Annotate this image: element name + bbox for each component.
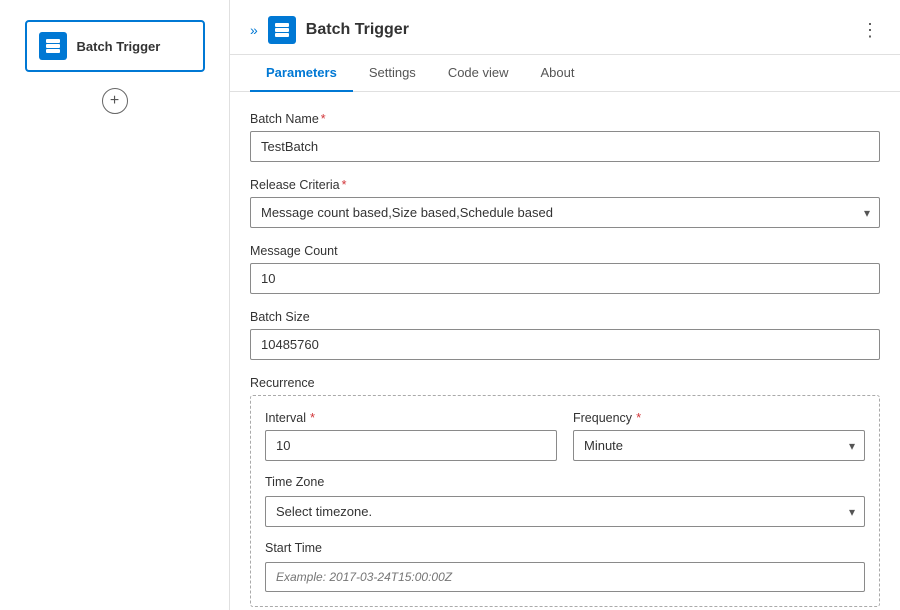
collapse-icon[interactable]: » (250, 22, 258, 38)
release-criteria-select-wrapper: Message count based,Size based,Schedule … (250, 197, 880, 228)
frequency-select-wrapper: Minute Hour Day Week Month ▾ (573, 430, 865, 461)
interval-frequency-row: Interval * Frequency * Minute (265, 410, 865, 461)
add-node-button[interactable]: + (102, 88, 128, 114)
frequency-col: Frequency * Minute Hour Day Week Month (573, 410, 865, 461)
message-count-label: Message Count (250, 244, 880, 258)
message-count-input[interactable] (250, 263, 880, 294)
release-criteria-select[interactable]: Message count based,Size based,Schedule … (250, 197, 880, 228)
recurrence-box: Interval * Frequency * Minute (250, 395, 880, 607)
recurrence-section-label: Recurrence (250, 376, 880, 390)
tabs-bar: Parameters Settings Code view About (230, 55, 900, 92)
timezone-select[interactable]: Select timezone. (265, 496, 865, 527)
tab-about[interactable]: About (525, 55, 591, 92)
start-time-group: Start Time (265, 541, 865, 592)
panel-title: Batch Trigger (306, 21, 851, 39)
frequency-label: Frequency (573, 411, 632, 425)
interval-label: Interval (265, 411, 306, 425)
tab-parameters[interactable]: Parameters (250, 55, 353, 92)
form-content: Batch Name* Release Criteria* Message co… (230, 92, 900, 610)
tab-code-view[interactable]: Code view (432, 55, 525, 92)
interval-input[interactable] (265, 430, 557, 461)
header-node-icon (268, 16, 296, 44)
batch-trigger-node[interactable]: Batch Trigger (25, 20, 205, 72)
batch-size-label: Batch Size (250, 310, 880, 324)
panel-header: » Batch Trigger ⋮ (230, 0, 900, 55)
recurrence-group: Recurrence Interval * Frequency * (250, 376, 880, 607)
tab-settings[interactable]: Settings (353, 55, 432, 92)
frequency-label-row: Frequency * (573, 410, 865, 425)
release-criteria-label: Release Criteria* (250, 178, 880, 192)
interval-label-row: Interval * (265, 410, 557, 425)
right-panel: » Batch Trigger ⋮ Parameters Settings Co… (230, 0, 900, 610)
timezone-label: Time Zone (265, 475, 865, 489)
batch-size-group: Batch Size (250, 310, 880, 360)
start-time-input[interactable] (265, 562, 865, 592)
batch-name-label: Batch Name* (250, 112, 880, 126)
start-time-label: Start Time (265, 541, 865, 555)
frequency-select[interactable]: Minute Hour Day Week Month (573, 430, 865, 461)
batch-size-input[interactable] (250, 329, 880, 360)
batch-name-group: Batch Name* (250, 112, 880, 162)
more-options-icon[interactable]: ⋮ (861, 20, 880, 41)
batch-name-input[interactable] (250, 131, 880, 162)
release-criteria-group: Release Criteria* Message count based,Si… (250, 178, 880, 228)
message-count-group: Message Count (250, 244, 880, 294)
batch-trigger-node-label: Batch Trigger (77, 39, 161, 54)
interval-col: Interval * (265, 410, 557, 461)
timezone-group: Time Zone Select timezone. ▾ (265, 475, 865, 527)
batch-trigger-node-icon (39, 32, 67, 60)
timezone-select-wrapper: Select timezone. ▾ (265, 496, 865, 527)
left-panel: Batch Trigger + (0, 0, 230, 610)
